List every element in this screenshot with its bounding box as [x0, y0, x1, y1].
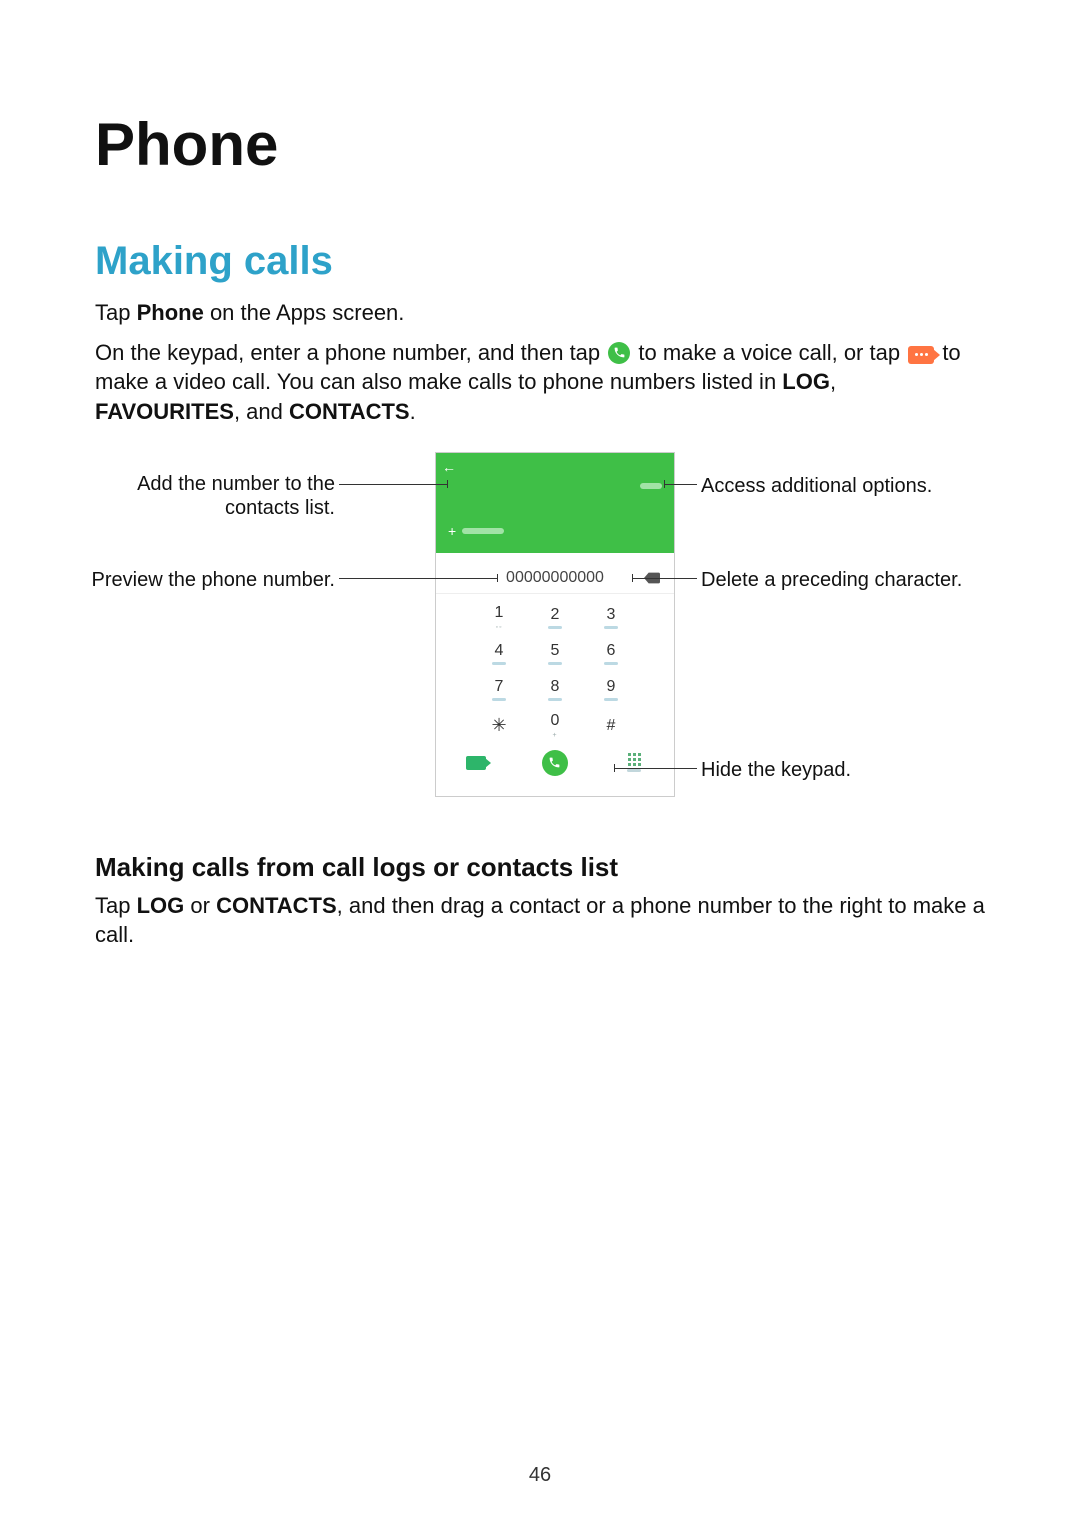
- keypad-figure: ← + 00000000000 1◦◦ 2 3 4 5 6: [95, 452, 985, 812]
- phone-bottom-bar: [436, 744, 674, 780]
- backspace-icon: [644, 571, 660, 589]
- callout-tick: [447, 480, 448, 488]
- bold-fav: FAVOURITES: [95, 399, 234, 424]
- key-hash: #: [583, 708, 639, 744]
- callout-line: [339, 578, 497, 579]
- key-1: 1◦◦: [471, 600, 527, 636]
- key-6: 6: [583, 636, 639, 672]
- key-0: 0+: [527, 708, 583, 744]
- key-9: 9: [583, 672, 639, 708]
- callout-line: [339, 484, 447, 485]
- number-entry-row: 00000000000: [436, 553, 674, 594]
- key-5: 5: [527, 636, 583, 672]
- phone-screenshot: ← + 00000000000 1◦◦ 2 3 4 5 6: [435, 452, 675, 797]
- text: or: [184, 893, 216, 918]
- key-7: 7: [471, 672, 527, 708]
- subsection-title: Making calls from call logs or contacts …: [95, 852, 985, 883]
- entered-number: 00000000000: [506, 569, 604, 587]
- placeholder-bar: [462, 528, 504, 534]
- options-icon: [640, 483, 662, 489]
- key-3: 3: [583, 600, 639, 636]
- callout-tick: [497, 574, 498, 582]
- bold-contacts: CONTACTS: [216, 893, 337, 918]
- call-button-icon: [542, 750, 568, 776]
- text: on the Apps screen.: [204, 300, 405, 325]
- text: ,: [830, 369, 836, 394]
- callout-options: Access additional options.: [701, 474, 961, 498]
- text: Tap: [95, 893, 137, 918]
- text: Tap: [95, 300, 137, 325]
- page: Phone Making calls Tap Phone on the Apps…: [0, 0, 1080, 1527]
- callout-line: [665, 484, 697, 485]
- text: On the keypad, enter a phone number, and…: [95, 340, 606, 365]
- bold-log: LOG: [137, 893, 185, 918]
- callout-tick: [664, 480, 665, 488]
- section-title: Making calls: [95, 239, 985, 284]
- add-contact-row: +: [448, 523, 504, 539]
- key-star: ✳: [471, 708, 527, 744]
- video-call-button-icon: [466, 756, 486, 770]
- callout-hide: Hide the keypad.: [701, 758, 921, 782]
- back-arrow-icon: ←: [442, 459, 668, 475]
- dial-keypad: 1◦◦ 2 3 4 5 6 7 8 9 ✳ 0+ #: [471, 600, 639, 744]
- intro-line-1: Tap Phone on the Apps screen.: [95, 298, 985, 328]
- key-4: 4: [471, 636, 527, 672]
- video-call-icon: [908, 346, 934, 364]
- text: , and: [234, 399, 289, 424]
- callout-tick: [632, 574, 633, 582]
- bold-phone: Phone: [137, 300, 204, 325]
- text: to make a voice call, or tap: [638, 340, 906, 365]
- text: .: [410, 399, 416, 424]
- intro-line-2: On the keypad, enter a phone number, and…: [95, 338, 985, 427]
- subsection-body: Tap LOG or CONTACTS, and then drag a con…: [95, 891, 985, 950]
- key-2: 2: [527, 600, 583, 636]
- bold-log: LOG: [782, 369, 830, 394]
- phone-header: ← +: [436, 453, 674, 553]
- call-icon: [608, 342, 630, 364]
- callout-line: [615, 768, 697, 769]
- key-8: 8: [527, 672, 583, 708]
- callout-line: [633, 578, 697, 579]
- plus-icon: +: [448, 523, 456, 539]
- page-title: Phone: [95, 110, 985, 179]
- bold-contacts: CONTACTS: [289, 399, 410, 424]
- callout-preview: Preview the phone number.: [85, 568, 335, 592]
- callout-add-contact: Add the number to the contacts list.: [125, 472, 335, 520]
- callout-tick: [614, 764, 615, 772]
- page-number: 46: [0, 1464, 1080, 1487]
- hide-keypad-icon: [627, 753, 641, 772]
- callout-delete: Delete a preceding character.: [701, 568, 981, 592]
